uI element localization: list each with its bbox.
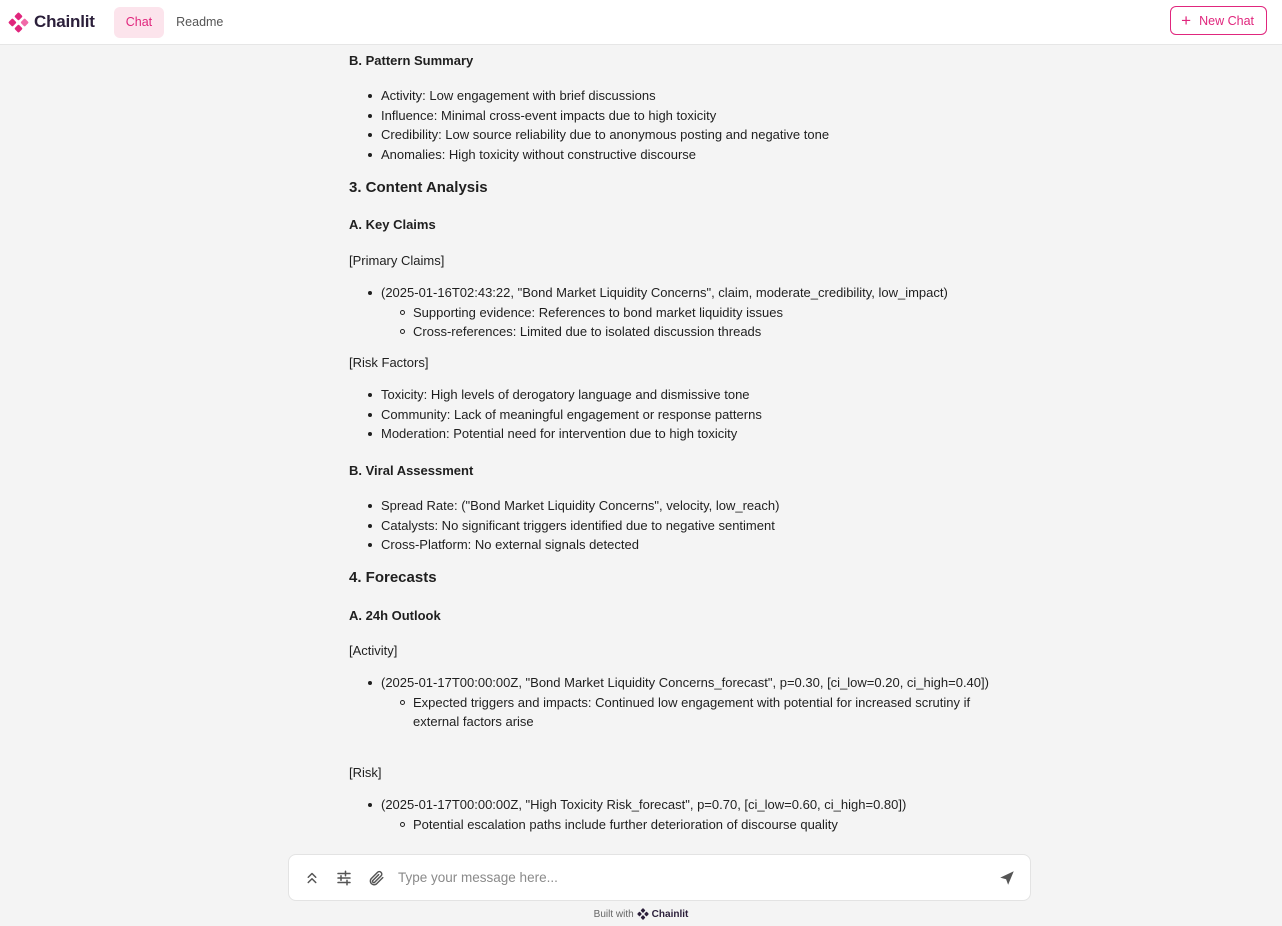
risk-factors-list: Toxicity: High levels of derogatory lang… xyxy=(349,385,1019,444)
outlook-heading: A. 24h Outlook xyxy=(349,608,441,623)
new-chat-button[interactable]: + New Chat xyxy=(1170,6,1267,35)
primary-claim-text: (2025-01-16T02:43:22, "Bond Market Liqui… xyxy=(381,285,948,300)
activity-label: [Activity] xyxy=(349,643,398,658)
risk-forecast-list: (2025-01-17T00:00:00Z, "High Toxicity Ri… xyxy=(349,795,1019,834)
list-item: (2025-01-17T00:00:00Z, "High Toxicity Ri… xyxy=(368,795,1019,835)
key-claims-heading: A. Key Claims xyxy=(349,217,436,232)
message-input[interactable] xyxy=(398,870,995,885)
send-icon[interactable] xyxy=(995,866,1019,890)
list-item: Community: Lack of meaningful engagement… xyxy=(368,405,1019,425)
pattern-summary-heading: B. Pattern Summary xyxy=(349,53,474,68)
risk-forecast-text: (2025-01-17T00:00:00Z, "High Toxicity Ri… xyxy=(381,797,907,812)
paperclip-icon[interactable] xyxy=(364,866,388,890)
list-item: Toxicity: High levels of derogatory lang… xyxy=(368,385,1019,405)
footer-brand-name: Chainlit xyxy=(651,908,689,920)
list-item: Supporting evidence: References to bond … xyxy=(400,303,1019,323)
list-item: Cross-Platform: No external signals dete… xyxy=(368,535,1019,555)
footer-brand[interactable]: Chainlit xyxy=(637,908,689,920)
list-item: Activity: Low engagement with brief disc… xyxy=(368,86,1019,106)
list-item: Potential escalation paths include furth… xyxy=(400,815,1019,835)
viral-assessment-list: Spread Rate: ("Bond Market Liquidity Con… xyxy=(349,496,1019,555)
list-item: Influence: Minimal cross-event impacts d… xyxy=(368,106,1019,126)
top-header: Chainlit Chat Readme + New Chat xyxy=(0,0,1282,45)
brand-logo[interactable]: Chainlit xyxy=(8,12,95,33)
list-item: Credibility: Low source reliability due … xyxy=(368,125,1019,145)
list-item: Anomalies: High toxicity without constru… xyxy=(368,145,1019,165)
built-with-text: Built with xyxy=(593,908,634,920)
list-item: Catalysts: No significant triggers ident… xyxy=(368,516,1019,536)
chevrons-up-icon[interactable] xyxy=(300,866,324,890)
risk-factors-label: [Risk Factors] xyxy=(349,355,429,370)
chat-scroll-area[interactable]: B. Pattern Summary Activity: Low engagem… xyxy=(0,45,1282,841)
chainlit-logo-icon xyxy=(8,12,29,32)
tab-readme[interactable]: Readme xyxy=(164,7,235,38)
new-chat-label: New Chat xyxy=(1199,13,1254,28)
forecasts-heading: 4. Forecasts xyxy=(349,569,437,586)
settings-sliders-icon[interactable] xyxy=(332,866,356,890)
list-item: Expected triggers and impacts: Continued… xyxy=(400,693,1019,732)
plus-icon: + xyxy=(1181,11,1192,30)
list-item: Moderation: Potential need for intervent… xyxy=(368,424,1019,444)
viral-assessment-heading: B. Viral Assessment xyxy=(349,463,474,478)
message-composer xyxy=(288,854,1031,901)
primary-claims-label: [Primary Claims] xyxy=(349,253,445,268)
list-item: Spread Rate: ("Bond Market Liquidity Con… xyxy=(368,496,1019,516)
list-item: Cross-references: Limited due to isolate… xyxy=(400,322,1019,342)
risk-forecast-sublist: Potential escalation paths include furth… xyxy=(381,815,1019,835)
footer: Built with Chainlit xyxy=(0,908,1282,920)
primary-claims-list: (2025-01-16T02:43:22, "Bond Market Liqui… xyxy=(349,283,1019,342)
list-item: (2025-01-16T02:43:22, "Bond Market Liqui… xyxy=(368,283,1019,342)
activity-forecast-list: (2025-01-17T00:00:00Z, "Bond Market Liqu… xyxy=(349,673,1019,732)
brand-name: Chainlit xyxy=(34,12,95,31)
primary-claim-sublist: Supporting evidence: References to bond … xyxy=(381,303,1019,342)
nav-tabs: Chat Readme xyxy=(113,6,236,38)
pattern-summary-list: Activity: Low engagement with brief disc… xyxy=(349,86,1019,164)
chainlit-mini-logo-icon xyxy=(637,908,649,920)
tab-chat[interactable]: Chat xyxy=(113,6,165,38)
content-analysis-heading: 3. Content Analysis xyxy=(349,179,488,196)
activity-forecast-sublist: Expected triggers and impacts: Continued… xyxy=(381,693,1019,732)
activity-forecast-text: (2025-01-17T00:00:00Z, "Bond Market Liqu… xyxy=(381,675,989,690)
risk-label: [Risk] xyxy=(349,765,382,780)
list-item: (2025-01-17T00:00:00Z, "Bond Market Liqu… xyxy=(368,673,1019,732)
